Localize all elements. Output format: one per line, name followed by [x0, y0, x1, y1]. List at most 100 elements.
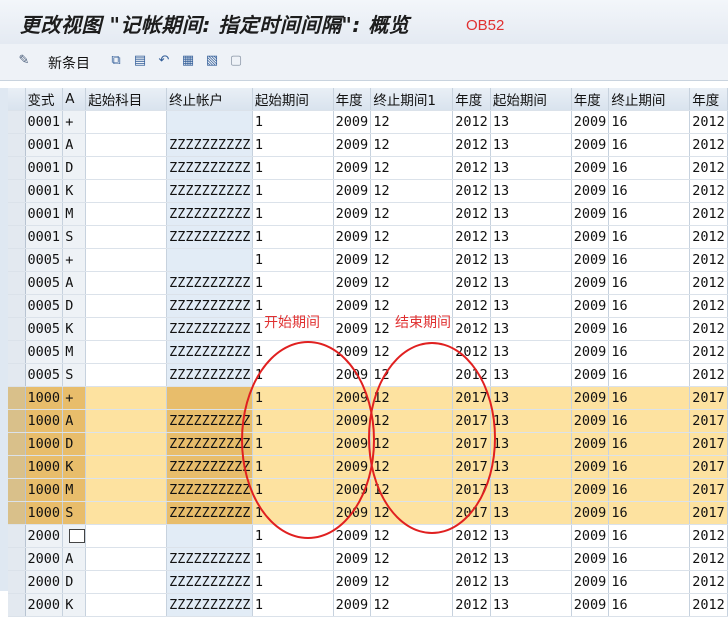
cell-to-period-2[interactable]: 16	[608, 570, 691, 594]
cell-year-4[interactable]: 2012	[689, 225, 728, 249]
cell-to-period-2[interactable]: 16	[608, 133, 691, 157]
column-header-to-period-2[interactable]: 终止期间	[608, 88, 691, 111]
cell-to-period-2[interactable]: 16	[608, 593, 691, 617]
cell-from-period-1[interactable]: 1	[252, 593, 334, 617]
cell-year-2[interactable]: 2012	[452, 179, 491, 203]
row-selector[interactable]	[8, 110, 26, 134]
cell-from-period-1[interactable]: 1	[252, 225, 334, 249]
cell-from-period-2[interactable]: 13	[490, 524, 572, 548]
cell-to-account[interactable]: ZZZZZZZZZZ	[166, 363, 253, 387]
cell-year-4[interactable]: 2017	[689, 432, 728, 456]
cell-acct-type[interactable]: D	[62, 570, 87, 594]
cell-from-period-1[interactable]: 1	[252, 156, 334, 180]
cell-variant[interactable]: 0005	[25, 271, 64, 295]
cell-from-account[interactable]	[85, 524, 168, 548]
cell-year-4[interactable]: 2012	[689, 340, 728, 364]
cell-from-account[interactable]	[85, 478, 168, 502]
cell-from-account[interactable]	[85, 225, 168, 249]
cell-variant[interactable]: 2000	[25, 524, 64, 548]
cell-from-period-2[interactable]: 13	[490, 501, 572, 525]
cell-acct-type[interactable]: A	[62, 547, 87, 571]
cell-variant[interactable]: 0005	[25, 248, 64, 272]
column-header-variant[interactable]: 变式	[25, 88, 64, 111]
cell-year-3[interactable]: 2009	[571, 248, 610, 272]
cell-from-account[interactable]	[85, 294, 168, 318]
cell-to-period-1[interactable]: 12	[370, 547, 454, 571]
cell-to-account[interactable]: ZZZZZZZZZZ	[166, 432, 253, 456]
cell-variant[interactable]: 1000	[25, 432, 64, 456]
row-selector[interactable]	[8, 179, 26, 203]
column-header-year-3[interactable]: 年度	[571, 88, 610, 111]
cell-year-4[interactable]: 2012	[689, 133, 728, 157]
row-selector[interactable]	[8, 547, 26, 571]
cell-acct-type[interactable]: S	[62, 225, 87, 249]
cell-to-account[interactable]: ZZZZZZZZZZ	[166, 409, 253, 433]
column-header-year-2[interactable]: 年度	[452, 88, 491, 111]
cell-to-period-1[interactable]: 12	[370, 179, 454, 203]
cell-to-period-1[interactable]: 12	[370, 271, 454, 295]
cell-variant[interactable]: 2000	[25, 570, 64, 594]
cell-year-4[interactable]: 2012	[689, 202, 728, 226]
cell-to-period-2[interactable]: 16	[608, 524, 691, 548]
cell-to-account[interactable]	[166, 110, 253, 134]
cell-from-period-2[interactable]: 13	[490, 225, 572, 249]
cell-variant[interactable]: 0005	[25, 363, 64, 387]
row-selector[interactable]	[8, 501, 26, 525]
cell-to-period-2[interactable]: 16	[608, 294, 691, 318]
cell-from-period-1[interactable]: 1	[252, 248, 334, 272]
cell-year-1[interactable]: 2009	[333, 248, 372, 272]
cell-from-period-2[interactable]: 13	[490, 570, 572, 594]
cell-from-period-1[interactable]: 1	[252, 547, 334, 571]
cell-variant[interactable]: 1000	[25, 501, 64, 525]
row-selector[interactable]	[8, 478, 26, 502]
cell-from-account[interactable]	[85, 386, 168, 410]
cell-to-period-1[interactable]: 12	[370, 156, 454, 180]
cell-acct-type[interactable]: D	[62, 294, 87, 318]
cell-variant[interactable]: 2000	[25, 593, 64, 617]
cell-to-period-1[interactable]: 12	[370, 570, 454, 594]
cell-to-period-2[interactable]: 16	[608, 248, 691, 272]
cell-year-3[interactable]: 2009	[571, 317, 610, 341]
cell-year-4[interactable]: 2012	[689, 363, 728, 387]
cell-from-period-2[interactable]: 13	[490, 317, 572, 341]
cell-variant[interactable]: 1000	[25, 455, 64, 479]
cell-variant[interactable]: 0001	[25, 225, 64, 249]
cell-to-period-2[interactable]: 16	[608, 478, 691, 502]
cell-to-period-1[interactable]: 12	[370, 133, 454, 157]
cell-year-3[interactable]: 2009	[571, 432, 610, 456]
cell-to-period-1[interactable]: 12	[370, 202, 454, 226]
cell-from-account[interactable]	[85, 363, 168, 387]
cell-to-period-2[interactable]: 16	[608, 409, 691, 433]
cell-year-3[interactable]: 2009	[571, 409, 610, 433]
cell-year-4[interactable]: 2017	[689, 478, 728, 502]
cell-year-1[interactable]: 2009	[333, 202, 372, 226]
row-selector[interactable]	[8, 455, 26, 479]
cell-year-3[interactable]: 2009	[571, 133, 610, 157]
cell-variant[interactable]: 0005	[25, 317, 64, 341]
cell-from-account[interactable]	[85, 455, 168, 479]
cell-to-period-2[interactable]: 16	[608, 432, 691, 456]
cell-acct-type[interactable]: M	[62, 340, 87, 364]
cell-to-account[interactable]	[166, 386, 253, 410]
row-selector[interactable]	[8, 225, 26, 249]
cell-year-3[interactable]: 2009	[571, 179, 610, 203]
cell-to-period-2[interactable]: 16	[608, 455, 691, 479]
cell-to-account[interactable]: ZZZZZZZZZZ	[166, 547, 253, 571]
cell-variant[interactable]: 0001	[25, 156, 64, 180]
cell-from-period-2[interactable]: 13	[490, 455, 572, 479]
cell-year-4[interactable]: 2012	[689, 179, 728, 203]
cell-year-1[interactable]: 2009	[333, 547, 372, 571]
row-selector[interactable]	[8, 202, 26, 226]
cell-variant[interactable]: 0001	[25, 202, 64, 226]
cell-from-account[interactable]	[85, 547, 168, 571]
deselect-all-icon[interactable]: ▢	[228, 53, 244, 69]
cell-acct-type[interactable]: M	[62, 478, 87, 502]
new-entries-button[interactable]: 新条目	[48, 53, 90, 73]
cell-year-1[interactable]: 2009	[333, 179, 372, 203]
cell-acct-type[interactable]: A	[62, 271, 87, 295]
cell-from-account[interactable]	[85, 179, 168, 203]
cell-to-period-2[interactable]: 16	[608, 179, 691, 203]
cell-year-4[interactable]: 2012	[689, 156, 728, 180]
column-header-year-1[interactable]: 年度	[333, 88, 372, 111]
column-header-from-account[interactable]: 起始科目	[85, 88, 168, 111]
